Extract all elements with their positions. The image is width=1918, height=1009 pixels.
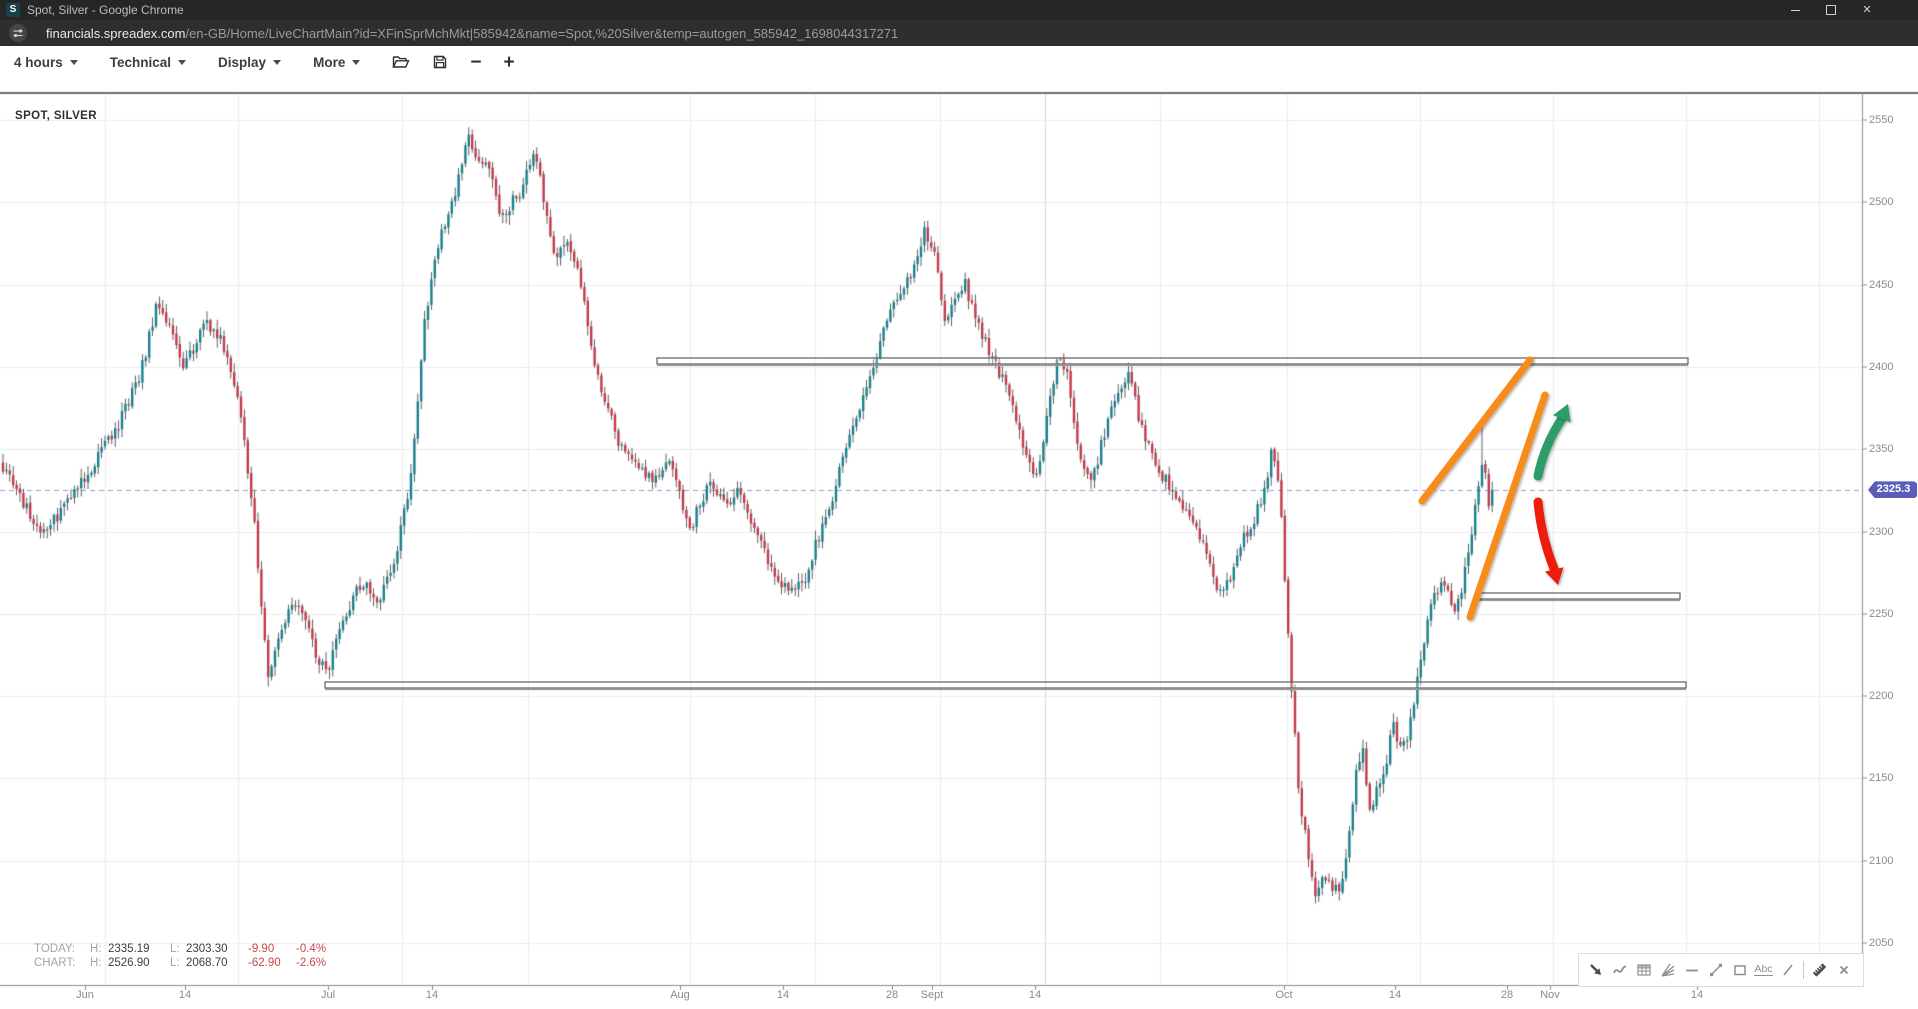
address-bar: financials.spreadex.com/en-GB/Home/LiveC…	[0, 20, 1918, 46]
chevron-down-icon	[178, 60, 186, 65]
save-icon	[432, 54, 448, 70]
zoom-in-button[interactable]: +	[503, 53, 514, 72]
candlestick-chart[interactable]	[0, 0, 1918, 1009]
rectangle-tool-icon	[1732, 962, 1748, 978]
drawing-tools-palette: Abc	[1578, 953, 1864, 987]
tool-separator	[1803, 961, 1804, 979]
y-tick-label: 2450	[1869, 279, 1893, 291]
grid-table-tool-icon	[1636, 962, 1652, 978]
tool-text-tool[interactable]: Abc	[1755, 962, 1772, 979]
url-field[interactable]: financials.spreadex.com/en-GB/Home/LiveC…	[46, 20, 898, 46]
x-tick-label: 28	[886, 989, 898, 1001]
chevron-down-icon	[352, 60, 360, 65]
url-path: /en-GB/Home/LiveChartMain?id=XFinSprMchM…	[185, 26, 898, 41]
tool-grid-table-tool[interactable]	[1635, 962, 1652, 979]
tool-delete-tool[interactable]	[1835, 962, 1852, 979]
x-tick-label: 14	[777, 989, 789, 1001]
chart-toolbar: 4 hours Technical Display More − +	[0, 46, 1918, 78]
y-tick-label: 2100	[1869, 855, 1893, 867]
stats-row-today: TODAY: H: 2335.19 L: 2303.30 -9.90 -0.4%	[34, 943, 346, 956]
x-tick-label: 14	[179, 989, 191, 1001]
tool-trend-line-tool[interactable]	[1707, 962, 1724, 979]
spreadex-logo-icon: S	[6, 3, 20, 17]
x-tick-label: 14	[1691, 989, 1703, 1001]
chevron-down-icon	[70, 60, 78, 65]
technical-dropdown[interactable]: Technical	[110, 55, 186, 70]
close-button[interactable]: ✕	[1860, 3, 1874, 17]
fan-lines-tool-icon	[1660, 962, 1676, 978]
price-stats: TODAY: H: 2335.19 L: 2303.30 -9.90 -0.4%…	[34, 943, 346, 971]
y-tick-label: 2500	[1869, 196, 1893, 208]
timeframe-dropdown[interactable]: 4 hours	[14, 55, 78, 70]
save-button[interactable]	[432, 54, 448, 70]
y-tick-label: 2250	[1869, 608, 1893, 620]
text-tool-label: Abc	[1754, 964, 1772, 976]
diagonal-line-tool-icon	[1780, 962, 1796, 978]
open-folder-button[interactable]	[392, 54, 410, 70]
delete-tool-icon	[1837, 963, 1851, 977]
x-tick-label: Aug	[670, 989, 690, 1001]
curve-tool-icon	[1612, 962, 1628, 978]
x-tick-label: 14	[1029, 989, 1041, 1001]
url-domain: financials.spreadex.com	[46, 26, 185, 41]
tool-horizontal-line-tool[interactable]	[1683, 962, 1700, 979]
y-tick-label: 2050	[1869, 937, 1893, 949]
chevron-down-icon	[273, 60, 281, 65]
restore-icon	[1826, 5, 1836, 15]
tool-fan-lines-tool[interactable]	[1659, 962, 1676, 979]
site-info-icon[interactable]	[9, 24, 27, 42]
trend-line-tool-icon	[1708, 962, 1724, 978]
display-dropdown[interactable]: Display	[218, 55, 281, 70]
y-tick-label: 2400	[1869, 361, 1893, 373]
y-tick-label: 2350	[1869, 443, 1893, 455]
ruler-tool-icon	[1811, 961, 1828, 979]
x-tick-label: 28	[1501, 989, 1513, 1001]
open-folder-icon	[392, 54, 410, 70]
more-dropdown[interactable]: More	[313, 55, 360, 70]
minimize-button[interactable]	[1788, 3, 1802, 17]
pointer-arrow-icon	[1588, 962, 1604, 978]
y-tick-label: 2550	[1869, 114, 1893, 126]
x-tick-label: Jun	[76, 989, 94, 1001]
y-tick-label: 2150	[1869, 772, 1893, 784]
tool-diagonal-line-tool[interactable]	[1779, 962, 1796, 979]
minimize-icon	[1791, 10, 1800, 11]
tool-curve-tool[interactable]	[1611, 962, 1628, 979]
tool-pointer-arrow[interactable]	[1587, 962, 1604, 979]
x-tick-label: 14	[1389, 989, 1401, 1001]
tool-ruler-tool[interactable]	[1811, 962, 1828, 979]
current-price-badge: 2325.3	[1868, 481, 1917, 498]
restore-button[interactable]	[1824, 3, 1838, 17]
zoom-out-button[interactable]: −	[470, 53, 481, 72]
window-title: Spot, Silver - Google Chrome	[27, 0, 184, 20]
window-titlebar: S Spot, Silver - Google Chrome ✕	[0, 0, 1918, 20]
minus-icon: −	[470, 53, 481, 72]
stats-row-chart: CHART: H: 2526.90 L: 2068.70 -62.90 -2.6…	[34, 957, 346, 970]
x-tick-label: Nov	[1540, 989, 1560, 1001]
x-tick-label: Oct	[1275, 989, 1292, 1001]
x-tick-label: Sept	[921, 989, 944, 1001]
close-icon: ✕	[1862, 5, 1871, 16]
y-tick-label: 2200	[1869, 690, 1893, 702]
x-tick-label: 14	[426, 989, 438, 1001]
x-tick-label: Jul	[321, 989, 335, 1001]
y-tick-label: 2300	[1869, 526, 1893, 538]
instrument-title: SPOT, SILVER	[15, 110, 97, 122]
plus-icon: +	[503, 53, 514, 72]
tool-rectangle-tool[interactable]	[1731, 962, 1748, 979]
horizontal-line-tool-icon	[1684, 962, 1700, 978]
